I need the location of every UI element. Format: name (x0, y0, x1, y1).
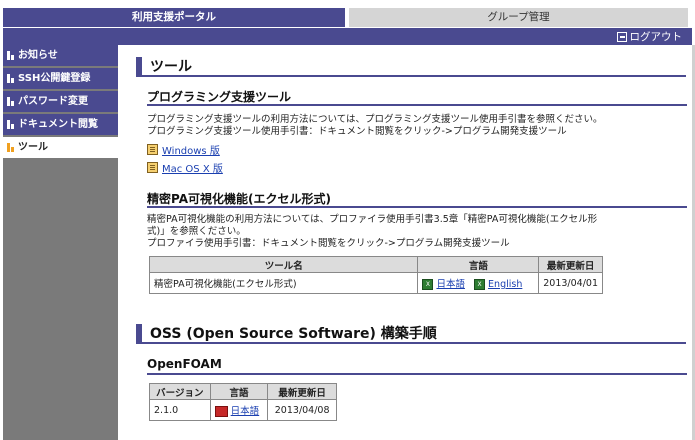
menu-icon (7, 120, 15, 129)
language-cell: X 日本語 X English (417, 272, 540, 294)
column-header: 最新更新日 (538, 256, 603, 273)
windows-download-row: Windows 版 (147, 142, 220, 157)
mac-download-link[interactable]: Mac OS X 版 (162, 160, 223, 175)
menu-icon (7, 51, 15, 60)
updated-date-cell: 2013/04/08 (267, 399, 337, 421)
sidebar-item-label: ドキュメント閲覧 (18, 119, 98, 130)
logout-button[interactable]: ログアウト (616, 29, 683, 44)
logout-label: ログアウト (629, 31, 683, 43)
tool-name-cell: 精密PA可視化機能(エクセル形式) (148, 272, 419, 294)
table-header-row: バージョン 言語 最新更新日 (149, 383, 337, 400)
sidebar-item-label: SSH公開鍵登録 (18, 73, 91, 84)
sidebar-item-label: お知らせ (18, 50, 58, 61)
section-heading-programming: プログラミング支援ツール (147, 88, 687, 106)
document-icon (147, 162, 158, 173)
column-header: バージョン (149, 383, 211, 400)
column-header: 言語 (209, 383, 269, 400)
column-header: 最新更新日 (267, 383, 337, 400)
programming-desc-1: プログラミング支援ツールの利用方法については、プログラミング支援ツール使用手引書… (147, 114, 603, 125)
oss-title: OSS (Open Source Software) 構築手順 (136, 322, 686, 344)
pa-desc-1: 精密PA可視化機能の利用方法については、プロファイラ使用手引書3.5章「精密PA… (147, 214, 598, 225)
openfoam-table: バージョン 言語 最新更新日 2.1.0 日本語 2013/04/08 (149, 383, 337, 421)
sidebar-item-label: パスワード変更 (18, 96, 88, 107)
section-heading-pa: 精密PA可視化機能(エクセル形式) (147, 190, 687, 208)
page-title-text: ツール (150, 59, 192, 75)
tab-group-management[interactable]: グループ管理 (349, 8, 688, 27)
pa-desc-2: 式)」を参照ください。 (147, 226, 246, 237)
sidebar: お知らせ SSH公開鍵登録 パスワード変更 ドキュメント閲覧 ツール (3, 45, 118, 440)
english-download-link[interactable]: English (488, 279, 522, 290)
page-title: ツール (136, 55, 686, 77)
sidebar-item-news[interactable]: お知らせ (3, 45, 118, 68)
section-heading-openfoam: OpenFOAM (147, 357, 687, 375)
oss-title-text: OSS (Open Source Software) 構築手順 (150, 326, 437, 342)
pa-desc-3: プロファイラ使用手引書：ドキュメント閲覧をクリック->プログラム開発支援ツール (147, 238, 510, 249)
updated-date-cell: 2013/04/01 (538, 272, 603, 294)
title-marker (136, 57, 142, 75)
japanese-download-link[interactable]: 日本語 (436, 279, 465, 290)
japanese-download-link[interactable]: 日本語 (231, 406, 260, 417)
sidebar-item-password[interactable]: パスワード変更 (3, 91, 118, 114)
sidebar-item-tools[interactable]: ツール (3, 137, 118, 160)
table-header-row: ツール名 言語 最新更新日 (148, 256, 603, 273)
excel-icon: X (422, 279, 434, 290)
main-content: ツール プログラミング支援ツール プログラミング支援ツールの利用方法については、… (122, 50, 692, 440)
column-header: ツール名 (148, 256, 419, 273)
top-tab-bar: 利用支援ポータル グループ管理 (0, 0, 695, 28)
document-icon (147, 144, 158, 155)
tab-portal[interactable]: 利用支援ポータル (3, 8, 345, 27)
sidebar-item-documents[interactable]: ドキュメント閲覧 (3, 114, 118, 137)
header-bar: ログアウト (3, 28, 692, 45)
pa-table: ツール名 言語 最新更新日 精密PA可視化機能(エクセル形式) X 日本語 X … (148, 256, 603, 294)
menu-icon (7, 97, 15, 106)
column-header: 言語 (417, 256, 540, 273)
logout-icon (616, 31, 627, 42)
language-cell: 日本語 (209, 399, 269, 421)
pdf-icon (214, 406, 228, 417)
table-row: 精密PA可視化機能(エクセル形式) X 日本語 X English 2013/0… (148, 272, 603, 294)
sidebar-item-label: ツール (18, 142, 48, 153)
version-cell: 2.1.0 (149, 399, 211, 421)
menu-icon (7, 143, 15, 152)
sidebar-item-ssh-key[interactable]: SSH公開鍵登録 (3, 68, 118, 91)
title-marker (136, 324, 142, 342)
windows-download-link[interactable]: Windows 版 (162, 142, 220, 157)
programming-desc-2: プログラミング支援ツール使用手引書：ドキュメント閲覧をクリック->プログラム開発… (147, 126, 567, 137)
table-row: 2.1.0 日本語 2013/04/08 (149, 399, 337, 421)
excel-icon: X (474, 279, 486, 290)
mac-download-row: Mac OS X 版 (147, 160, 223, 175)
menu-icon (7, 74, 15, 83)
